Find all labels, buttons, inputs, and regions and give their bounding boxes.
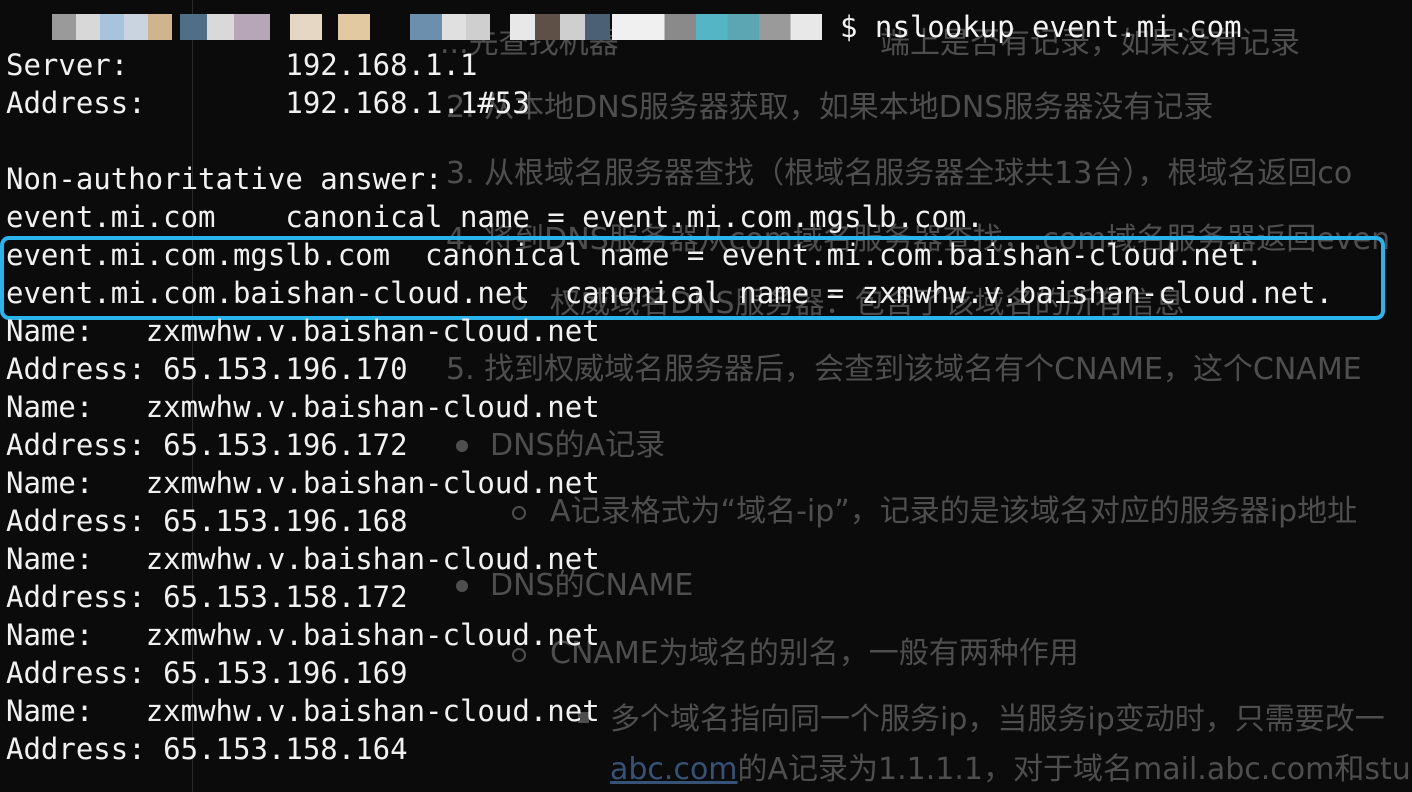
highlight-box [0, 236, 1385, 320]
record-name-line: Name: zxmwhw.v.baishan-cloud.net [6, 466, 600, 500]
non-authoritative-heading: Non-authoritative answer: [6, 162, 443, 196]
redacted-block [290, 14, 370, 40]
cname-line-1: event.mi.com canonical name = event.mi.c… [6, 200, 984, 234]
command-text: $ nslookup event.mi.com [840, 10, 1242, 44]
redacted-block [180, 14, 270, 40]
record-address-line: Address: 65.153.196.172 [6, 428, 408, 462]
redacted-block [410, 14, 490, 40]
record-address-line: Address: 65.153.158.172 [6, 580, 408, 614]
record-address-line: Address: 65.153.196.170 [6, 352, 408, 386]
server-address-line: Address: 192.168.1.1#53 [6, 86, 530, 120]
redacted-block [510, 14, 610, 40]
record-address-line: Address: 65.153.158.164 [6, 732, 408, 766]
server-line: Server: 192.168.1.1 [6, 48, 478, 82]
record-name-line: Name: zxmwhw.v.baishan-cloud.net [6, 314, 600, 348]
record-address-line: Address: 65.153.196.169 [6, 656, 408, 690]
record-name-line: Name: zxmwhw.v.baishan-cloud.net [6, 390, 600, 424]
prompt-line: $ nslookup event.mi.com [0, 8, 1412, 46]
record-address-line: Address: 65.153.196.168 [6, 504, 408, 538]
redacted-block [612, 14, 822, 40]
record-name-line: Name: zxmwhw.v.baishan-cloud.net [6, 694, 600, 728]
record-name-line: Name: zxmwhw.v.baishan-cloud.net [6, 542, 600, 576]
redacted-block [52, 14, 172, 40]
terminal-window[interactable]: $ nslookup event.mi.com Server: 192.168.… [0, 0, 1412, 792]
record-name-line: Name: zxmwhw.v.baishan-cloud.net [6, 618, 600, 652]
